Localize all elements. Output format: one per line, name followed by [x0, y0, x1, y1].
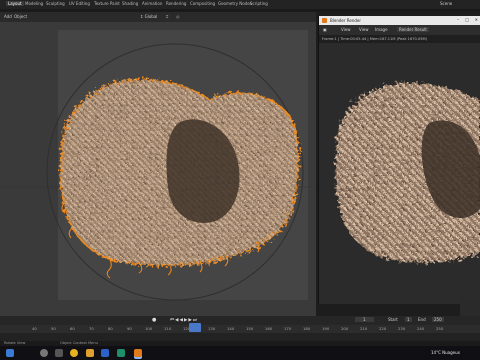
scene-selector[interactable]: Scene [440, 1, 452, 6]
timeline-header: ● ⏮◀◀▶▶⏭ 1 Start 1 End 250 [0, 316, 480, 325]
frame-tick: 250 [436, 326, 444, 331]
search-icon[interactable] [40, 349, 48, 357]
workspace-tab-scripting[interactable]: Scripting [250, 1, 268, 6]
frame-tick: 200 [341, 326, 349, 331]
frame-tick: 50 [51, 326, 56, 331]
frame-tick: 210 [360, 326, 368, 331]
current-frame-field[interactable]: 1 [355, 317, 374, 322]
frame-tick: 230 [398, 326, 406, 331]
frame-tick: 220 [379, 326, 387, 331]
orientation-label: Global [144, 14, 158, 19]
chrome-icon[interactable] [70, 349, 78, 357]
frame-tick: 140 [227, 326, 235, 331]
frame-tick: 170 [284, 326, 292, 331]
viewport-canvas[interactable] [0, 22, 316, 316]
frame-tick: 180 [303, 326, 311, 331]
proportional-icon[interactable]: ◎ [176, 14, 180, 19]
workspace-tab-geometry-nodes[interactable]: Geometry Nodes [218, 1, 252, 6]
render-window-title: Blender Render [330, 18, 362, 23]
workspace-tab-shading[interactable]: Shading [122, 1, 138, 6]
object-menu[interactable]: Object [14, 14, 27, 19]
frame-tick: 100 [145, 326, 153, 331]
view-label-menu[interactable]: View [359, 27, 369, 32]
frame-tick: 190 [322, 326, 330, 331]
frame-tick: 80 [108, 326, 113, 331]
start-icon[interactable] [6, 349, 14, 357]
workspace-tab-rendering[interactable]: Rendering [166, 1, 186, 6]
workspace-tab-layout[interactable]: Layout [6, 1, 24, 6]
transform-orientation-dropdown[interactable]: ↕ Global [140, 14, 157, 19]
maximize-icon[interactable]: □ [465, 17, 469, 22]
frame-tick: 150 [246, 326, 254, 331]
render-window-menu: ▣ View View Image Render Result [319, 25, 480, 35]
render-window-titlebar: Blender Render – □ ✕ [319, 16, 480, 25]
end-frame-field[interactable]: 250 [432, 317, 444, 322]
render-info-bar: Frame:1 | Time:00:05.44 | Mem:167.11M (P… [319, 35, 480, 43]
task-view-icon[interactable] [55, 349, 63, 357]
frame-tick: 90 [127, 326, 132, 331]
end-frame-label: End [418, 317, 426, 322]
start-frame-label: Start [388, 317, 398, 322]
add-menu[interactable]: Add [4, 14, 12, 19]
workspace-tab-animation[interactable]: Animation [142, 1, 162, 6]
render-slot-dropdown[interactable]: Render Result [397, 27, 429, 32]
editor-type-icon[interactable]: ▣ [323, 27, 327, 32]
status-hint-left: Rotate View [4, 341, 26, 345]
blender-icon[interactable] [134, 349, 142, 357]
app-icon[interactable] [117, 349, 125, 357]
weather-widget[interactable]: 14°C Nuageux [431, 350, 460, 355]
frame-tick: 40 [32, 326, 37, 331]
file-explorer-icon[interactable] [86, 349, 94, 357]
render-window: Blender Render – □ ✕ ▣ View View Image R… [318, 16, 480, 304]
workspace-tab-uv-editing[interactable]: UV Editing [69, 1, 90, 6]
3d-viewport[interactable] [0, 22, 316, 316]
status-hint-center: Object Context Menu [60, 341, 98, 345]
top-menu-bar: Layout Modeling Sculpting UV Editing Tex… [0, 0, 480, 9]
start-frame-field[interactable]: 1 [405, 317, 412, 322]
render-preview [335, 82, 480, 263]
workspace-tab-texture-paint[interactable]: Texture Paint [94, 1, 120, 6]
edge-icon[interactable] [101, 349, 109, 357]
snap-icon[interactable]: ⌗ [166, 14, 168, 19]
playhead[interactable] [189, 323, 201, 332]
frame-tick: 60 [70, 326, 75, 331]
frame-tick: 70 [89, 326, 94, 331]
timeline-tracks[interactable] [0, 333, 480, 341]
workspace-tab-compositing[interactable]: Compositing [190, 1, 215, 6]
workspace-tab-sculpting[interactable]: Sculpting [46, 1, 65, 6]
frame-tick: 130 [208, 326, 216, 331]
render-result-image[interactable] [319, 43, 480, 304]
blender-logo-icon [322, 18, 327, 23]
workspace-tab-modeling[interactable]: Modeling [25, 1, 43, 6]
timeline-ruler[interactable]: 40 50 60 70 80 90 100 110 120 130 140 15… [0, 325, 480, 333]
close-icon[interactable]: ✕ [475, 17, 478, 22]
frame-tick: 110 [164, 326, 172, 331]
render-stats: Frame:1 | Time:00:05.44 | Mem:167.11M (P… [322, 37, 428, 41]
windows-taskbar: 14°C Nuageux [0, 346, 480, 360]
viewport-header: Add Object ↕ Global ⌗ ◎ [0, 12, 316, 22]
frame-tick: 240 [417, 326, 425, 331]
view-menu[interactable]: View [341, 27, 351, 32]
orientation-icon: ↕ [140, 14, 144, 19]
image-menu[interactable]: Image [375, 27, 388, 32]
frame-tick: 160 [265, 326, 273, 331]
minimize-icon[interactable]: – [457, 17, 459, 22]
record-button[interactable]: ● [152, 317, 156, 323]
